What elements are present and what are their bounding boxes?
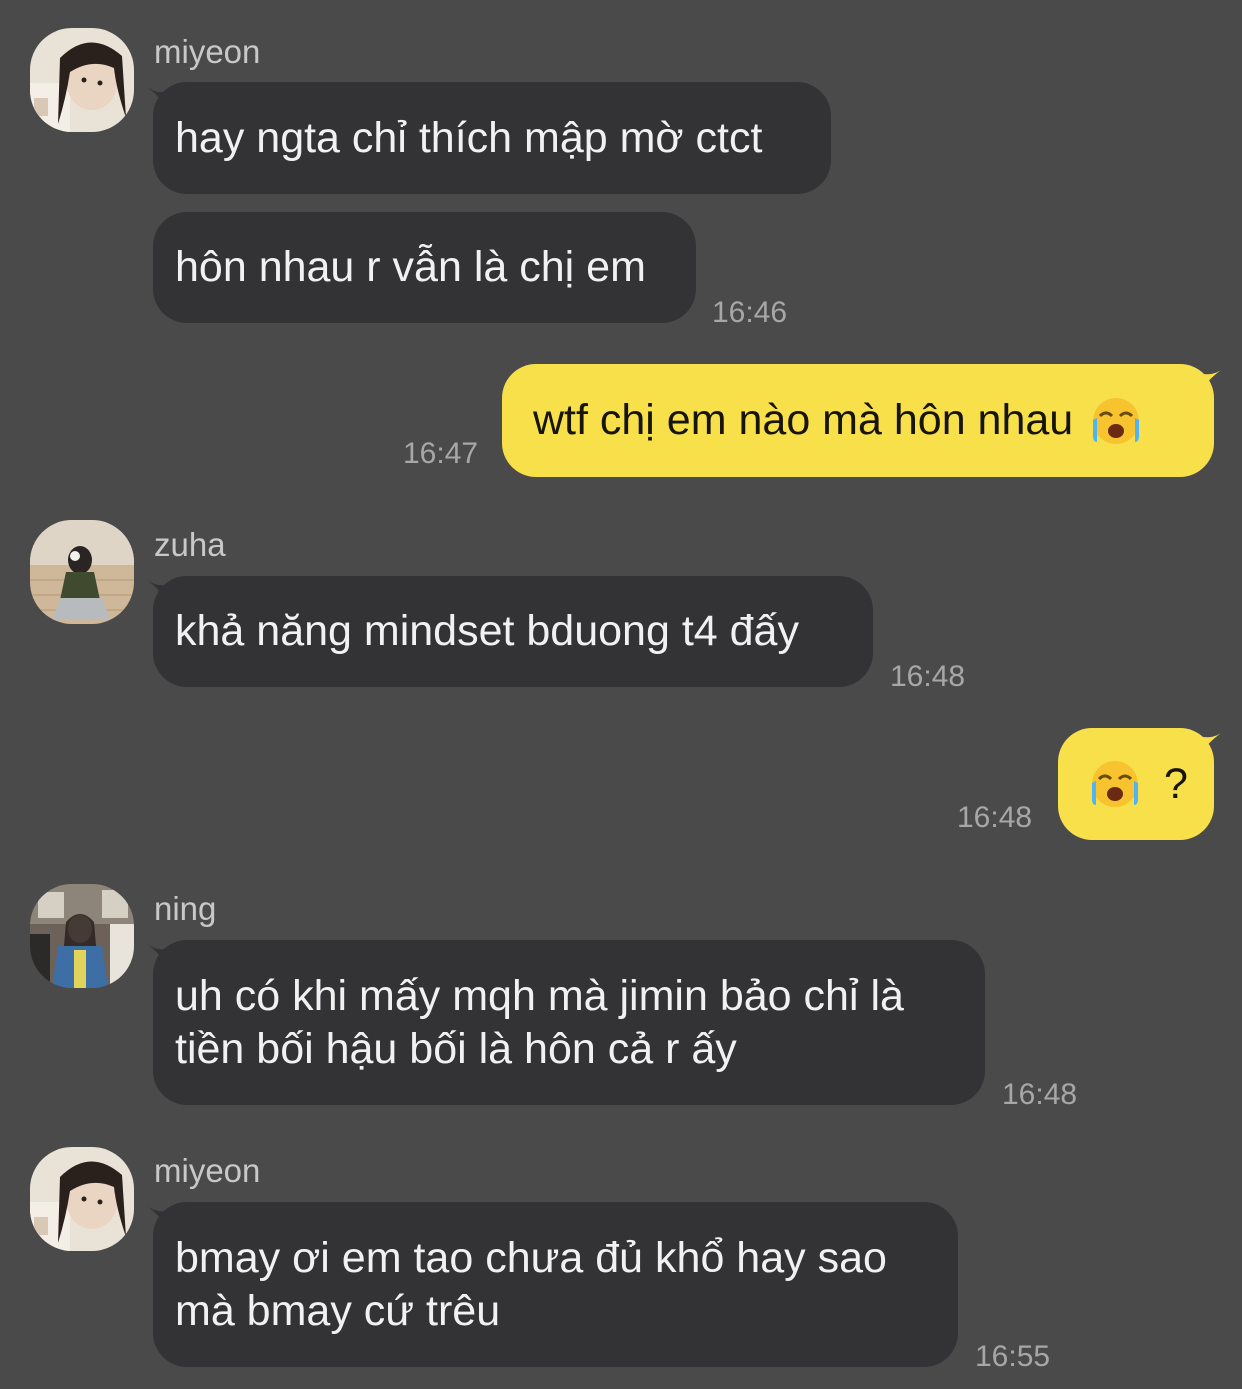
message-bubble[interactable]: hôn nhau r vẫn là chị em (153, 212, 696, 323)
message-bubble[interactable]: uh có khi mấy mqh mà jimin bảo chỉ là ti… (153, 940, 985, 1105)
message-text: khả năng mindset bduong t4 đấy (175, 607, 799, 655)
message-timestamp: 16:47 (403, 437, 479, 470)
bubble-tail (1196, 731, 1224, 761)
loudly-crying-face-emoji (1093, 397, 1140, 444)
message-bubble[interactable]: khả năng mindset bduong t4 đấy (153, 576, 873, 687)
sender-name: miyeon (154, 1152, 261, 1189)
message-timestamp: 16:55 (975, 1340, 1051, 1373)
loudly-crying-face-emoji (1092, 761, 1138, 807)
message-bubble-outgoing[interactable]: wtf chị em nào mà hôn nhau (502, 364, 1214, 477)
message-text-line: uh có khi mấy mqh mà jimin bảo chỉ là (175, 971, 904, 1020)
message-text: ? (1164, 759, 1188, 808)
message-bubble[interactable]: hay ngta chỉ thích mập mờ ctct (153, 82, 831, 194)
message-timestamp: 16:48 (957, 801, 1033, 834)
message-bubble-outgoing[interactable]: ? (1058, 728, 1214, 840)
avatar-miyeon[interactable] (30, 1147, 134, 1251)
message-timestamp: 16:48 (1002, 1078, 1078, 1111)
avatar-zuha[interactable] (30, 520, 134, 624)
chat-thread[interactable]: miyeon hay ngta chỉ thích mập mờ ctct hô… (0, 0, 1242, 1389)
message-text: wtf chị em nào mà hôn nhau (533, 396, 1074, 444)
sender-name: ning (154, 890, 217, 927)
message-text: hôn nhau r vẫn là chị em (175, 243, 646, 291)
message-text-line: tiền bối hậu bối là hôn cả r ấy (175, 1024, 737, 1073)
message-timestamp: 16:48 (890, 660, 966, 693)
message-text-line: mà bmay cứ trêu (175, 1286, 501, 1335)
message-text: hay ngta chỉ thích mập mờ ctct (175, 113, 763, 162)
avatar-ning[interactable] (30, 884, 134, 988)
sender-name: zuha (154, 526, 226, 563)
message-text-line: bmay ơi em tao chưa đủ khổ hay sao (175, 1233, 887, 1282)
avatar-miyeon[interactable] (30, 28, 134, 132)
message-bubble[interactable]: bmay ơi em tao chưa đủ khổ hay sao mà bm… (153, 1202, 958, 1367)
message-timestamp: 16:46 (712, 296, 788, 329)
sender-name: miyeon (154, 33, 261, 70)
bubble-tail (1196, 368, 1224, 398)
